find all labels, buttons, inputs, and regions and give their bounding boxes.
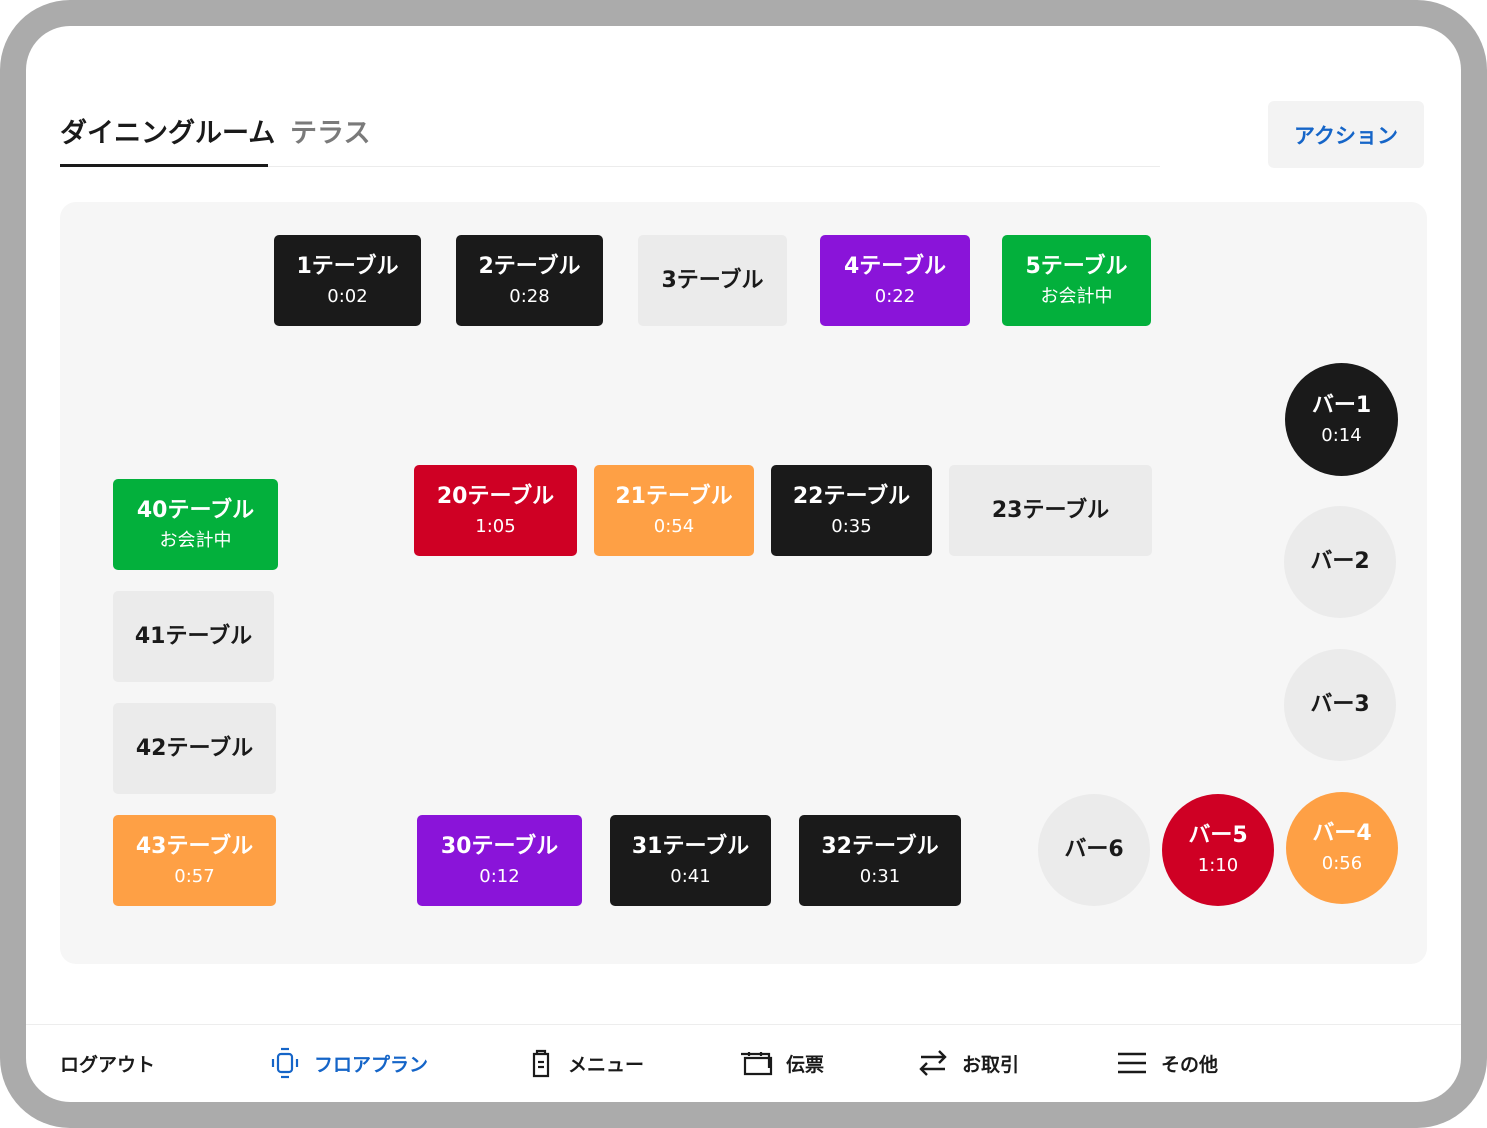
- table-name: 42テーブル: [135, 735, 254, 761]
- nav-menu-label: メニュー: [568, 1053, 645, 1076]
- table-status: お会計中: [159, 529, 232, 551]
- nav-checks[interactable]: 伝票: [738, 1043, 824, 1083]
- tab-terrace[interactable]: テラス: [290, 114, 370, 154]
- bar-2[interactable]: バー2: [1284, 506, 1396, 618]
- bar-3[interactable]: バー3: [1284, 649, 1396, 761]
- bar-name: バー1: [1311, 392, 1372, 418]
- table-name: 23テーブル: [991, 497, 1110, 523]
- nav-logout-label: ログアウト: [60, 1053, 156, 1076]
- active-tab-indicator: [60, 164, 268, 167]
- table-name: 5テーブル: [1025, 253, 1128, 279]
- table-name: 40テーブル: [136, 497, 255, 523]
- table-name: 43テーブル: [135, 833, 254, 859]
- table-name: 32テーブル: [821, 833, 939, 859]
- table-1[interactable]: 1テーブル 0:02: [274, 235, 421, 326]
- bar-1[interactable]: バー1 0:14: [1285, 363, 1398, 476]
- bar-name: バー3: [1310, 692, 1370, 717]
- nav-more[interactable]: その他: [1115, 1043, 1218, 1083]
- table-name: 2テーブル: [478, 253, 581, 279]
- table-name: 41テーブル: [134, 623, 253, 649]
- table-status: お会計中: [1040, 285, 1113, 307]
- table-40[interactable]: 40テーブル お会計中: [113, 479, 278, 570]
- floorplan-icon: [271, 1047, 299, 1079]
- table-timer: 0:41: [670, 865, 711, 887]
- hamburger-menu-icon: [1118, 1052, 1146, 1074]
- bar-timer: 0:14: [1321, 424, 1362, 446]
- receipt-icon: [741, 1052, 773, 1076]
- table-timer: 0:12: [479, 865, 520, 887]
- bar-name: バー2: [1310, 549, 1370, 574]
- bar-name: バー6: [1064, 837, 1124, 862]
- bar-name: バー5: [1188, 823, 1248, 848]
- nav-transactions-label: お取引: [962, 1053, 1020, 1076]
- screen: ダイニングルーム テラス アクション 1テーブル 0:02 2テーブル 0:28…: [26, 26, 1461, 1102]
- table-30[interactable]: 30テーブル 0:12: [417, 815, 582, 906]
- bar-name: バー4: [1312, 821, 1372, 846]
- table-2[interactable]: 2テーブル 0:28: [456, 235, 603, 326]
- table-name: 4テーブル: [844, 253, 946, 279]
- swap-arrows-icon: [919, 1050, 947, 1076]
- table-5[interactable]: 5テーブル お会計中: [1002, 235, 1151, 326]
- table-41[interactable]: 41テーブル: [113, 591, 274, 682]
- table-timer: 0:57: [174, 865, 215, 887]
- table-name: 1テーブル: [296, 253, 399, 279]
- action-button[interactable]: アクション: [1268, 101, 1424, 168]
- clipboard-icon: [532, 1049, 550, 1078]
- floor-plan: 1テーブル 0:02 2テーブル 0:28 3テーブル 4テーブル 0:22 5…: [60, 202, 1427, 964]
- tablet-frame: ダイニングルーム テラス アクション 1テーブル 0:02 2テーブル 0:28…: [0, 0, 1487, 1128]
- bar-4[interactable]: バー4 0:56: [1286, 792, 1398, 904]
- table-name: 31テーブル: [631, 833, 750, 859]
- table-43[interactable]: 43テーブル 0:57: [113, 815, 276, 906]
- bar-6[interactable]: バー6: [1038, 794, 1150, 906]
- table-name: 20テーブル: [436, 483, 555, 509]
- table-20[interactable]: 20テーブル 1:05: [414, 465, 577, 556]
- nav-more-label: その他: [1161, 1053, 1219, 1076]
- table-timer: 0:35: [831, 515, 872, 537]
- table-42[interactable]: 42テーブル: [113, 703, 276, 794]
- bar-5[interactable]: バー5 1:10: [1162, 794, 1274, 906]
- nav-transactions[interactable]: お取引: [916, 1043, 1019, 1083]
- table-timer: 0:54: [653, 515, 695, 537]
- table-name: 30テーブル: [440, 833, 559, 859]
- table-timer: 0:02: [327, 285, 368, 307]
- nav-logout[interactable]: ログアウト: [60, 1043, 155, 1083]
- table-name: 3テーブル: [661, 267, 764, 293]
- nav-floorplan-label: フロアプラン: [314, 1053, 429, 1076]
- bar-timer: 1:10: [1197, 855, 1239, 876]
- nav-divider: [26, 1024, 1461, 1025]
- table-4[interactable]: 4テーブル 0:22: [820, 235, 970, 326]
- nav-floorplan[interactable]: フロアプラン: [268, 1043, 428, 1083]
- table-timer: 0:31: [859, 865, 901, 887]
- table-21[interactable]: 21テーブル 0:54: [594, 465, 754, 556]
- table-3[interactable]: 3テーブル: [638, 235, 787, 326]
- table-31[interactable]: 31テーブル 0:41: [610, 815, 771, 906]
- nav-menu[interactable]: メニュー: [526, 1043, 644, 1083]
- bar-timer: 0:56: [1321, 853, 1363, 874]
- table-22[interactable]: 22テーブル 0:35: [771, 465, 932, 556]
- table-23[interactable]: 23テーブル: [949, 465, 1152, 556]
- table-timer: 0:28: [509, 285, 550, 307]
- table-name: 21テーブル: [615, 483, 733, 509]
- nav-checks-label: 伝票: [786, 1053, 825, 1076]
- table-32[interactable]: 32テーブル 0:31: [799, 815, 961, 906]
- table-timer: 0:22: [874, 285, 916, 307]
- table-timer: 1:05: [475, 515, 516, 537]
- tab-dining-room[interactable]: ダイニングルーム: [60, 114, 275, 154]
- table-name: 22テーブル: [792, 483, 911, 509]
